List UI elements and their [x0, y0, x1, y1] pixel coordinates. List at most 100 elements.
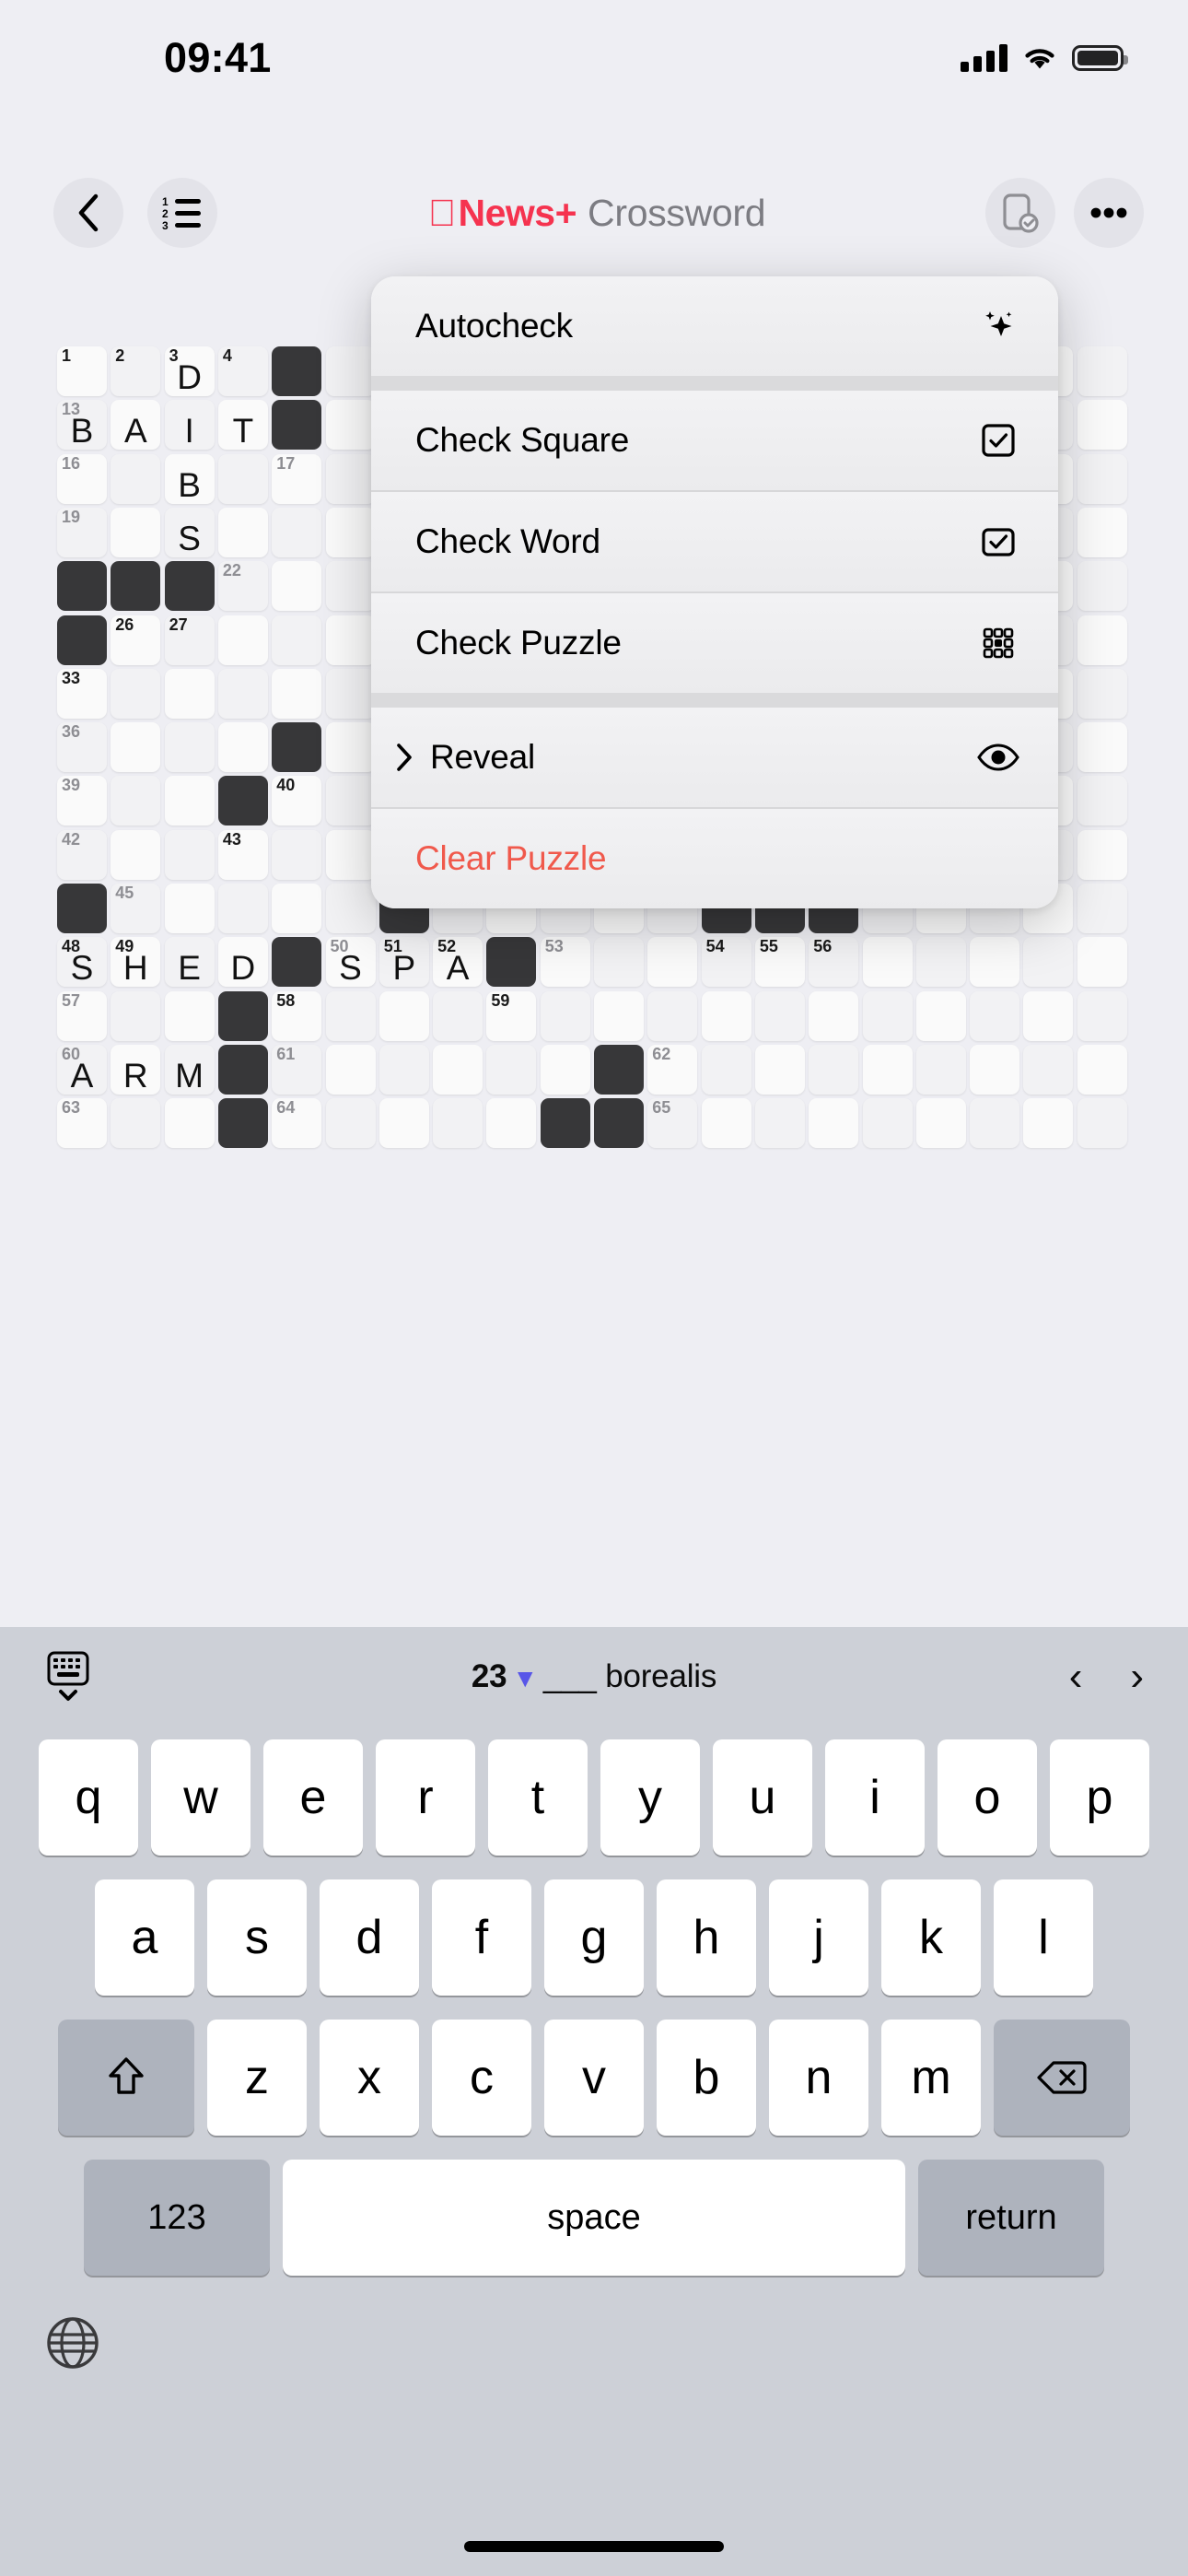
previous-clue-button[interactable]: ‹ [1069, 1657, 1083, 1697]
grid-cell[interactable] [272, 884, 322, 933]
grid-cell[interactable]: R [111, 1044, 161, 1095]
grid-cell[interactable]: 58 [272, 990, 322, 1041]
grid-cell[interactable] [970, 937, 1020, 988]
key-v[interactable]: v [544, 2020, 644, 2136]
grid-cell[interactable]: 4 [217, 346, 268, 396]
key-s[interactable]: s [207, 1879, 307, 1996]
grid-cell[interactable]: E [164, 937, 215, 988]
grid-cell[interactable] [164, 1098, 215, 1149]
key-a[interactable]: a [95, 1879, 194, 1996]
grid-cell[interactable]: 17 [272, 453, 322, 504]
grid-cell[interactable] [325, 990, 376, 1041]
grid-cell[interactable]: 22 [217, 561, 268, 612]
more-options-button[interactable] [1074, 178, 1144, 248]
grid-cell[interactable] [325, 1044, 376, 1095]
grid-cell[interactable] [1077, 400, 1127, 451]
grid-cell[interactable] [111, 776, 161, 826]
grid-cell[interactable] [325, 561, 376, 612]
menu-item-reveal[interactable]: Reveal [371, 708, 1058, 807]
current-clue[interactable]: 23 ▼ ___ borealis [0, 1658, 1188, 1695]
grid-cell[interactable] [809, 990, 859, 1041]
grid-cell[interactable] [111, 453, 161, 504]
grid-cell[interactable]: 48 S [57, 937, 107, 988]
key-p[interactable]: p [1050, 1739, 1149, 1856]
grid-cell[interactable]: 54 [701, 937, 751, 988]
grid-cell[interactable] [1077, 507, 1127, 557]
grid-cell[interactable] [1077, 990, 1127, 1041]
menu-item-autocheck[interactable]: Autocheck [371, 276, 1058, 376]
grid-cell[interactable]: 3D [164, 346, 215, 396]
grid-cell[interactable] [379, 1044, 429, 1095]
grid-cell[interactable]: B [164, 453, 215, 504]
grid-cell[interactable]: 33 [57, 668, 107, 719]
grid-cell[interactable]: S [164, 507, 215, 557]
key-d[interactable]: d [320, 1879, 419, 1996]
grid-cell[interactable]: I [164, 400, 215, 451]
key-f[interactable]: f [432, 1879, 531, 1996]
grid-cell[interactable] [325, 507, 376, 557]
grid-cell[interactable] [647, 937, 698, 988]
device-check-button[interactable] [985, 178, 1055, 248]
menu-item-clear-puzzle[interactable]: Clear Puzzle [371, 809, 1058, 908]
grid-cell[interactable]: A [111, 400, 161, 451]
grid-cell[interactable]: 2 [111, 346, 161, 396]
back-button[interactable] [53, 178, 123, 248]
key-t[interactable]: t [488, 1739, 588, 1856]
grid-cell[interactable]: M [164, 1044, 215, 1095]
grid-cell[interactable] [1077, 1098, 1127, 1149]
grid-cell[interactable] [164, 829, 215, 880]
grid-cell[interactable]: 1 [57, 346, 107, 396]
grid-cell[interactable] [540, 990, 590, 1041]
key-j[interactable]: j [769, 1879, 868, 1996]
key-y[interactable]: y [600, 1739, 700, 1856]
grid-cell[interactable] [862, 937, 913, 988]
grid-cell[interactable] [754, 1098, 805, 1149]
key-q[interactable]: q [39, 1739, 138, 1856]
grid-cell[interactable] [325, 346, 376, 396]
key-u[interactable]: u [713, 1739, 812, 1856]
grid-cell[interactable] [164, 990, 215, 1041]
next-clue-button[interactable]: › [1130, 1657, 1144, 1697]
grid-cell[interactable] [325, 829, 376, 880]
grid-cell[interactable] [1077, 937, 1127, 988]
grid-cell[interactable] [915, 937, 966, 988]
grid-cell[interactable] [540, 1044, 590, 1095]
grid-cell[interactable] [217, 884, 268, 933]
grid-cell[interactable] [970, 1098, 1020, 1149]
key-g[interactable]: g [544, 1879, 644, 1996]
grid-cell[interactable] [433, 1098, 483, 1149]
grid-cell[interactable]: 19 [57, 507, 107, 557]
grid-cell[interactable] [1023, 990, 1074, 1041]
grid-cell[interactable] [862, 1098, 913, 1149]
grid-cell[interactable] [862, 990, 913, 1041]
grid-cell[interactable] [325, 453, 376, 504]
grid-cell[interactable]: 51 P [379, 937, 429, 988]
key-r[interactable]: r [376, 1739, 475, 1856]
grid-cell[interactable] [217, 453, 268, 504]
grid-cell[interactable]: 57 [57, 990, 107, 1041]
grid-cell[interactable] [272, 668, 322, 719]
shift-key[interactable] [58, 2020, 194, 2136]
grid-cell[interactable] [915, 1098, 966, 1149]
key-c[interactable]: c [432, 2020, 531, 2136]
grid-cell[interactable] [217, 668, 268, 719]
grid-cell[interactable] [164, 884, 215, 933]
grid-cell[interactable] [594, 990, 644, 1041]
grid-cell[interactable]: 16 [57, 453, 107, 504]
grid-cell[interactable]: 13 B [57, 400, 107, 451]
grid-cell[interactable] [1077, 776, 1127, 826]
grid-cell[interactable]: 56 [809, 937, 859, 988]
key-b[interactable]: b [657, 2020, 756, 2136]
key-m[interactable]: m [881, 2020, 981, 2136]
grid-cell[interactable] [1023, 1098, 1074, 1149]
grid-cell[interactable] [1077, 722, 1127, 773]
grid-cell[interactable] [701, 990, 751, 1041]
space-key[interactable]: space [283, 2160, 905, 2276]
key-i[interactable]: i [825, 1739, 925, 1856]
grid-cell[interactable] [862, 1044, 913, 1095]
grid-cell[interactable] [379, 990, 429, 1041]
grid-cell[interactable] [325, 668, 376, 719]
grid-cell[interactable] [111, 507, 161, 557]
backspace-key[interactable] [994, 2020, 1130, 2136]
grid-cell[interactable]: 39 [57, 776, 107, 826]
